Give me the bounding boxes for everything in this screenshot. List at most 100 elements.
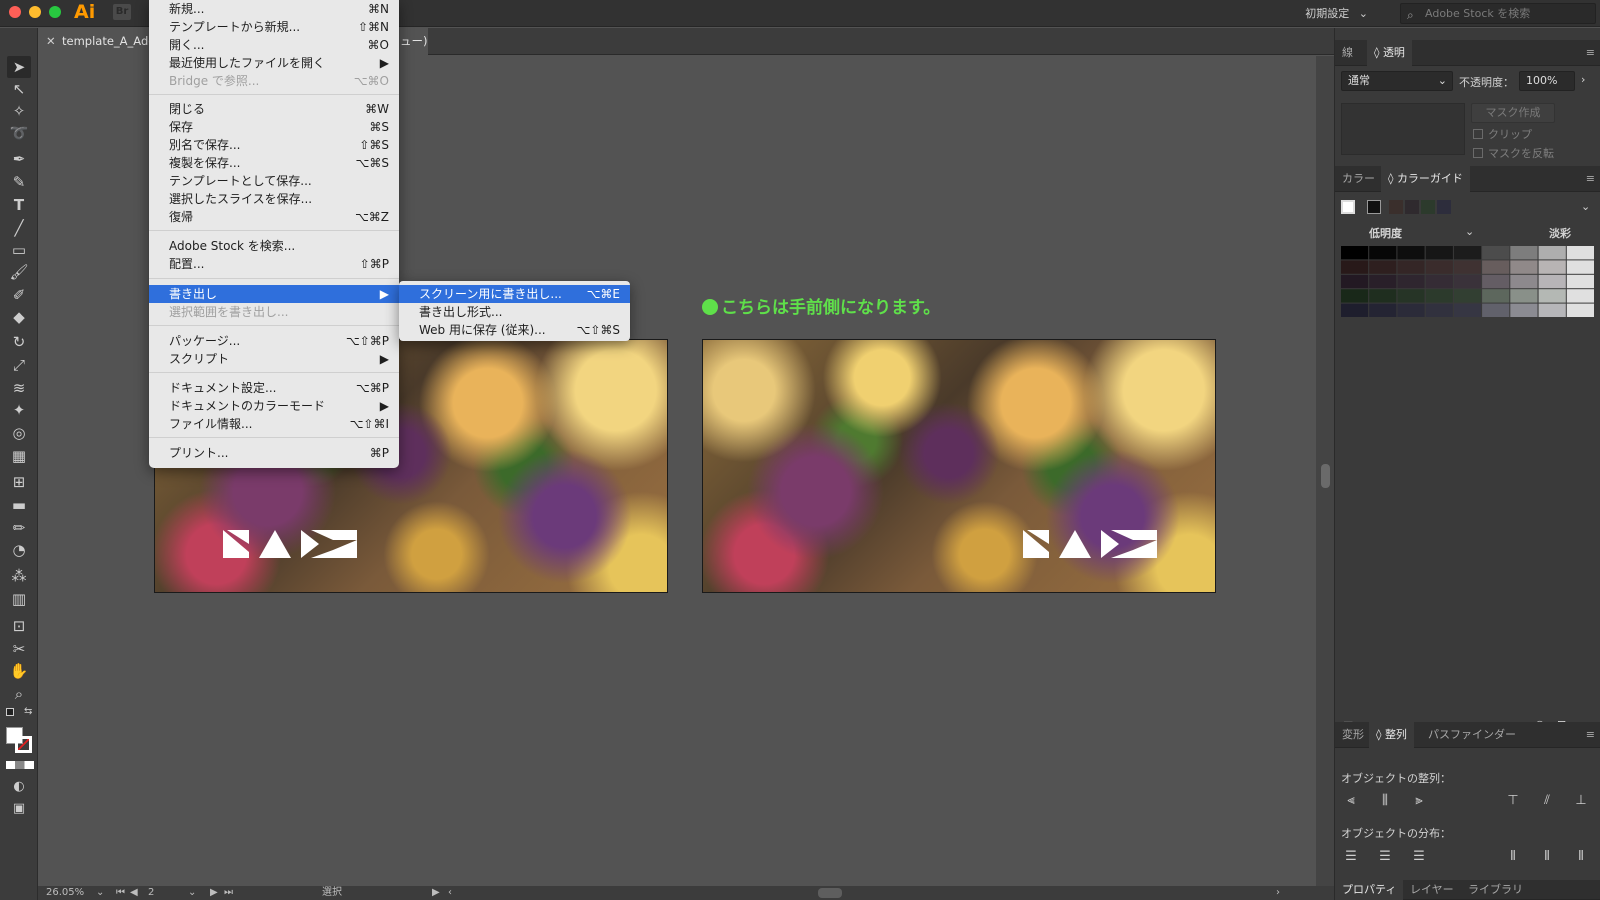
chevron-right-icon[interactable]: › <box>1581 73 1585 86</box>
color-variation-cell[interactable] <box>1425 303 1453 317</box>
tab-layers[interactable]: レイヤー <box>1403 880 1461 900</box>
make-mask-button[interactable]: マスク作成 <box>1471 103 1555 123</box>
scroll-left-icon[interactable]: ‹ <box>448 886 452 900</box>
first-artboard-icon[interactable]: ⏮ <box>116 886 125 900</box>
hand-tool-icon[interactable]: ✋ <box>7 660 31 682</box>
menu-item-save-as-template[interactable]: テンプレートとして保存... <box>149 172 399 190</box>
base-color-swatch[interactable] <box>1341 200 1355 214</box>
menu-item-document-setup[interactable]: ドキュメント設定... ⌥⌘P <box>149 379 399 397</box>
menu-item-open[interactable]: 開く... ⌘O <box>149 36 399 54</box>
color-variation-cell[interactable] <box>1369 303 1397 317</box>
screen-mode-icon[interactable]: ▣ <box>7 798 31 820</box>
blend-tool-icon[interactable]: ◔ <box>7 539 31 561</box>
menu-item-export-selection[interactable]: 選択範囲を書き出し... <box>149 303 399 321</box>
color-variation-cell[interactable] <box>1538 274 1566 289</box>
color-variation-cell[interactable] <box>1397 303 1425 317</box>
curvature-tool-icon[interactable]: ✎ <box>7 171 31 193</box>
status-menu-arrow-icon[interactable]: ▶ <box>432 886 440 900</box>
width-tool-icon[interactable]: ≋ <box>7 377 31 399</box>
color-variation-cell[interactable] <box>1566 303 1594 317</box>
color-variation-cell[interactable] <box>1341 274 1369 289</box>
color-variation-cell[interactable] <box>1510 289 1538 303</box>
paintbrush-tool-icon[interactable]: 🖌 <box>7 261 31 283</box>
puppet-warp-tool-icon[interactable]: ✦ <box>7 399 31 421</box>
menu-item-save-for-web[interactable]: Web 用に保存 (従来)... ⌥⇧⌘S <box>399 321 630 339</box>
blend-mode-select[interactable]: 通常 ⌄ <box>1341 71 1453 91</box>
scroll-right-icon[interactable]: › <box>1276 886 1280 900</box>
menu-item-package[interactable]: パッケージ... ⌥⇧⌘P <box>149 332 399 350</box>
color-variation-cell[interactable] <box>1510 303 1538 317</box>
color-variation-cell[interactable] <box>1397 246 1425 260</box>
menu-item-place[interactable]: 配置... ⇧⌘P <box>149 255 399 273</box>
harmony-swatch-black[interactable] <box>1367 200 1381 214</box>
align-bottom-icon[interactable]: ⊥ <box>1573 794 1589 808</box>
align-right-icon[interactable]: ⫸ <box>1411 794 1427 808</box>
menu-item-save-selected-slices[interactable]: 選択したスライスを保存... <box>149 190 399 208</box>
swap-colors-icon[interactable]: ⇆ <box>24 706 32 717</box>
clip-checkbox[interactable]: クリップ <box>1473 126 1532 142</box>
panel-menu-icon[interactable]: ≡ <box>1586 46 1595 59</box>
chevron-down-icon[interactable]: ⌄ <box>188 886 196 900</box>
color-variation-cell[interactable] <box>1538 260 1566 274</box>
menu-item-new-from-template[interactable]: テンプレートから新規... ⇧⌘N <box>149 18 399 36</box>
distribute-bottom-icon[interactable]: ☰ <box>1411 850 1427 864</box>
align-vertical-center-icon[interactable]: ⫽ <box>1539 794 1555 808</box>
color-variation-cell[interactable] <box>1369 289 1397 303</box>
drawing-modes-icon[interactable]: ◐ <box>7 776 31 798</box>
color-variation-cell[interactable] <box>1482 274 1510 289</box>
distribute-top-icon[interactable]: ☰ <box>1343 850 1359 864</box>
align-horizontal-center-icon[interactable]: ⫼ <box>1377 794 1393 808</box>
distribute-left-icon[interactable]: ⫴ <box>1505 850 1521 864</box>
close-window-button[interactable] <box>9 6 21 18</box>
invert-mask-checkbox[interactable]: マスクを反転 <box>1473 145 1554 161</box>
eraser-tool-icon[interactable]: ◆ <box>7 306 31 328</box>
chevron-down-icon[interactable]: ⌄ <box>1465 225 1474 238</box>
zoom-tool-icon[interactable]: ⌕ <box>7 683 31 705</box>
selection-tool-icon[interactable]: ➤ <box>7 56 31 78</box>
panel-menu-icon[interactable]: ≡ <box>1586 728 1595 741</box>
color-variation-cell[interactable] <box>1369 246 1397 260</box>
tab-transparency[interactable]: ◊ 透明 <box>1367 40 1412 66</box>
distribute-right-icon[interactable]: ⫴ <box>1573 850 1589 864</box>
color-mode-buttons[interactable] <box>6 761 34 769</box>
menu-item-scripts[interactable]: スクリプト ▶ <box>149 350 399 368</box>
menu-item-print[interactable]: プリント... ⌘P <box>149 444 399 462</box>
color-variation-grid[interactable] <box>1341 246 1595 318</box>
tab-pathfinder[interactable]: パスファインダー <box>1421 722 1523 748</box>
harmony-swatch[interactable] <box>1421 200 1435 214</box>
color-variation-cell[interactable] <box>1397 260 1425 274</box>
menu-item-open-recent[interactable]: 最近使用したファイルを開く ▶ <box>149 54 399 72</box>
menu-item-new[interactable]: 新規... ⌘N <box>149 0 399 18</box>
harmony-swatch[interactable] <box>1405 200 1419 214</box>
menu-item-save-as[interactable]: 別名で保存... ⇧⌘S <box>149 136 399 154</box>
tab-transform[interactable]: 変形 <box>1335 722 1371 748</box>
menu-item-search-adobe-stock[interactable]: Adobe Stock を検索... <box>149 237 399 255</box>
color-variation-cell[interactable] <box>1482 246 1510 260</box>
color-variation-cell[interactable] <box>1369 274 1397 289</box>
menu-item-export[interactable]: 書き出し ▶ <box>149 285 399 303</box>
eyedropper-tool-icon[interactable]: ✏ <box>7 517 31 539</box>
menu-item-revert[interactable]: 復帰 ⌥⌘Z <box>149 208 399 226</box>
slice-tool-icon[interactable]: ✂ <box>7 638 31 660</box>
perspective-grid-tool-icon[interactable]: ▦ <box>7 445 31 467</box>
harmony-swatch[interactable] <box>1389 200 1403 214</box>
maximize-window-button[interactable] <box>49 6 61 18</box>
color-variation-cell[interactable] <box>1397 274 1425 289</box>
color-variation-cell[interactable] <box>1425 274 1453 289</box>
artboard-front-image[interactable] <box>702 339 1216 593</box>
scroll-thumb[interactable] <box>1321 464 1330 488</box>
color-variation-cell[interactable] <box>1538 246 1566 260</box>
mesh-tool-icon[interactable]: ⊞ <box>7 471 31 493</box>
color-variation-cell[interactable] <box>1341 246 1369 260</box>
next-artboard-icon[interactable]: ▶ <box>210 886 218 900</box>
color-variation-cell[interactable] <box>1566 289 1594 303</box>
color-variation-cell[interactable] <box>1453 246 1482 260</box>
stroke-color-swatch[interactable] <box>15 736 32 753</box>
color-variation-cell[interactable] <box>1482 260 1510 274</box>
type-tool-icon[interactable]: T <box>7 194 31 216</box>
artboard-tool-icon[interactable]: ⊡ <box>7 615 31 637</box>
color-variation-cell[interactable] <box>1425 246 1453 260</box>
harmony-swatch[interactable] <box>1437 200 1451 214</box>
close-tab-icon[interactable]: ✕ <box>46 28 56 55</box>
last-artboard-icon[interactable]: ⏭ <box>224 886 233 900</box>
